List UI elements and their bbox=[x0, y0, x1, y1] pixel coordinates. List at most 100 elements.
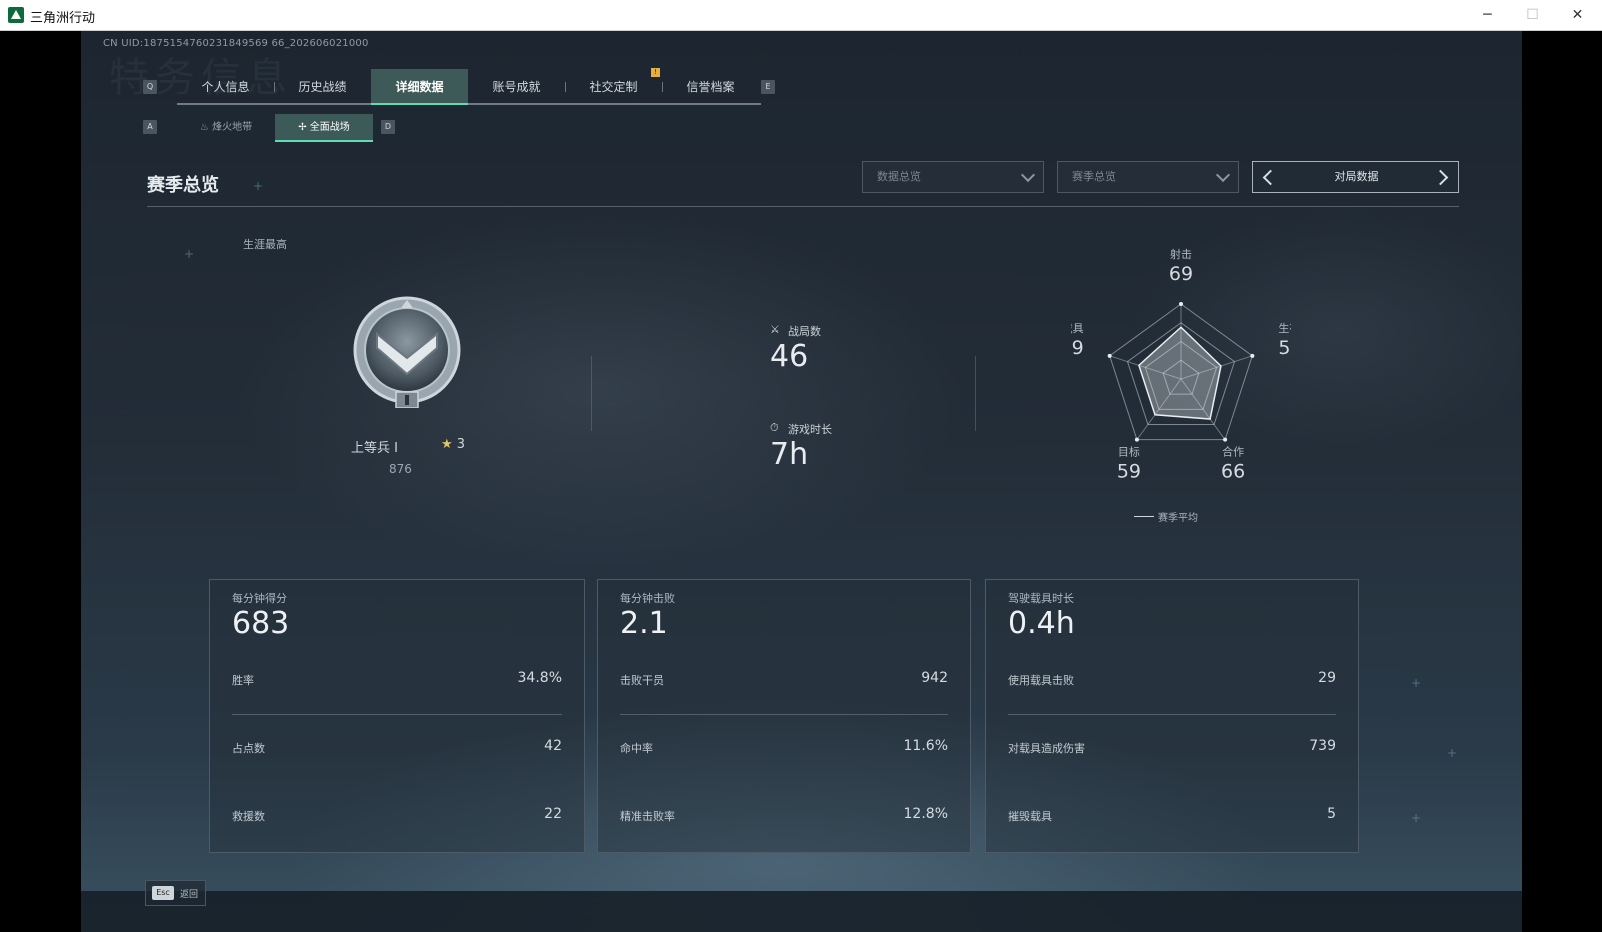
row-label: 击败干员 bbox=[620, 674, 664, 687]
mode-subtabbar: ♨ 烽火地带 ✢ 全面战场 bbox=[177, 114, 373, 142]
radar-axis-dot bbox=[1107, 353, 1112, 358]
main-tabbar: 个人信息 历史战绩 详细数据 账号成就 社交定制 信誉档案 bbox=[177, 69, 761, 105]
tab-account-achievements[interactable]: 账号成就 bbox=[468, 69, 565, 105]
radar-axis-dot bbox=[1179, 302, 1183, 306]
card-head: 驾驶载具时长 bbox=[1008, 592, 1074, 605]
row-label: 对载具造成伤害 bbox=[1008, 742, 1085, 755]
row-label: 胜率 bbox=[232, 674, 254, 687]
radar-axis-dot bbox=[1134, 437, 1139, 442]
subtab-prev-key[interactable]: A bbox=[143, 120, 157, 134]
row-value: 5 bbox=[1327, 806, 1336, 822]
radar-axis-dot bbox=[1223, 437, 1228, 442]
radar-axis-label: 合作 bbox=[1222, 445, 1244, 459]
radar-axis-value: 56 bbox=[1278, 337, 1291, 359]
score-card: 每分钟得分 683 胜率 34.8% 占点数 42 救援数 22 bbox=[209, 579, 585, 853]
matches-label: 战局数 bbox=[788, 325, 821, 338]
subtab-label: 烽火地带 bbox=[212, 122, 253, 133]
radar-axis-label: 生存 bbox=[1278, 321, 1291, 335]
radar-axis-label: 目标 bbox=[1118, 445, 1140, 459]
row-divider bbox=[232, 714, 562, 715]
bottom-bar bbox=[81, 891, 1522, 932]
legend-line bbox=[1134, 516, 1154, 517]
deco-plus-icon: + bbox=[184, 247, 195, 261]
card-head: 每分钟得分 bbox=[232, 592, 287, 605]
row-value: 29 bbox=[1318, 670, 1336, 686]
rank-stars: ★ 3 bbox=[441, 437, 465, 452]
deco-plus-icon: + bbox=[253, 179, 264, 193]
subtab-hazard-zone[interactable]: ♨ 烽火地带 bbox=[177, 114, 275, 142]
row-value: 22 bbox=[544, 806, 562, 822]
timer-icon: ⏱ bbox=[770, 421, 779, 434]
radar-axis-value: 59 bbox=[1117, 461, 1141, 483]
deco-plus-icon: + bbox=[1411, 811, 1422, 825]
subtab-next-key[interactable]: D bbox=[381, 120, 395, 134]
tab-history-record[interactable]: 历史战绩 bbox=[274, 69, 371, 105]
pager-label: 对局数据 bbox=[1334, 170, 1379, 183]
section-divider bbox=[147, 206, 1459, 207]
card-big-value: 2.1 bbox=[620, 606, 668, 641]
radar-axis-value: 59 bbox=[1071, 337, 1084, 359]
dropdown-value: 数据总览 bbox=[877, 170, 921, 183]
back-button[interactable]: Esc 返回 bbox=[145, 880, 206, 906]
battle-icon: ✢ bbox=[298, 122, 307, 133]
subtab-label: 全面战场 bbox=[309, 122, 350, 133]
vertical-divider bbox=[975, 356, 976, 431]
uid-label: CN UID:1875154760231849569 66_2026060210… bbox=[103, 38, 369, 49]
radar-axis-value: 66 bbox=[1221, 461, 1245, 483]
card-head: 每分钟击败 bbox=[620, 592, 675, 605]
flame-icon: ♨ bbox=[199, 122, 209, 133]
row-divider bbox=[620, 714, 948, 715]
matches-value: 46 bbox=[770, 339, 809, 374]
chevron-down-icon bbox=[1215, 167, 1231, 183]
tab-social-custom[interactable]: 社交定制 bbox=[565, 69, 662, 105]
crossed-swords-icon: ⚔ bbox=[770, 323, 780, 336]
card-big-value: 683 bbox=[232, 606, 290, 641]
playtime-label: 游戏时长 bbox=[788, 423, 832, 436]
deco-plus-icon: + bbox=[1447, 746, 1458, 760]
esc-key-icon: Esc bbox=[152, 886, 174, 900]
vehicle-card: 驾驶载具时长 0.4h 使用载具击败 29 对载具造成伤害 739 摧毁载具 5 bbox=[985, 579, 1359, 853]
minimize-button[interactable]: ─ bbox=[1465, 0, 1510, 31]
data-overview-dropdown[interactable]: 数据总览 bbox=[862, 161, 1044, 193]
career-best-label: 生涯最高 bbox=[243, 238, 287, 251]
row-label: 救援数 bbox=[232, 810, 265, 823]
row-label: 摧毁载具 bbox=[1008, 810, 1052, 823]
kills-card: 每分钟击败 2.1 击败干员 942 命中率 11.6% 精准击败率 12.8% bbox=[597, 579, 971, 853]
row-divider bbox=[1008, 714, 1336, 715]
tab-next-key[interactable]: E bbox=[761, 80, 775, 94]
maximize-button[interactable]: ☐ bbox=[1510, 0, 1555, 31]
radar-season-shape bbox=[1138, 326, 1222, 420]
playtime-value: 7h bbox=[770, 437, 809, 472]
star-icon: ★ bbox=[441, 437, 453, 452]
row-label: 占点数 bbox=[232, 742, 265, 755]
rank-name: 上等兵 I bbox=[351, 441, 398, 456]
tab-credit-profile[interactable]: 信誉档案 bbox=[662, 69, 759, 105]
row-value: 739 bbox=[1309, 738, 1336, 754]
row-label: 命中率 bbox=[620, 742, 653, 755]
row-value: 942 bbox=[921, 670, 948, 686]
subtab-full-battlefield[interactable]: ✢ 全面战场 bbox=[275, 114, 373, 142]
row-label: 使用载具击败 bbox=[1008, 674, 1074, 687]
rank-badge-icon bbox=[353, 296, 461, 408]
vertical-divider bbox=[591, 356, 592, 431]
back-label: 返回 bbox=[180, 890, 199, 900]
row-value: 34.8% bbox=[517, 670, 562, 686]
game-window: 三角洲行动 ─ ☐ ✕ 特务信息 CN UID:1875154760231849… bbox=[0, 0, 1602, 932]
season-overview-dropdown[interactable]: 赛季总览 bbox=[1057, 161, 1239, 193]
row-value: 11.6% bbox=[903, 738, 948, 754]
tab-personal-info[interactable]: 个人信息 bbox=[177, 69, 274, 105]
chevron-down-icon bbox=[1020, 167, 1036, 183]
tab-prev-key[interactable]: Q bbox=[143, 80, 157, 94]
radar-axis-label: 载具 bbox=[1071, 322, 1084, 335]
title-bar: 三角洲行动 ─ ☐ ✕ bbox=[0, 0, 1602, 31]
app-logo-icon bbox=[8, 7, 24, 23]
close-button[interactable]: ✕ bbox=[1555, 0, 1600, 31]
section-title: 赛季总览 bbox=[147, 175, 219, 196]
row-value: 42 bbox=[544, 738, 562, 754]
tab-detailed-data[interactable]: 详细数据 bbox=[371, 69, 468, 105]
deco-plus-icon: + bbox=[1411, 676, 1422, 690]
radar-axis-dot bbox=[1250, 353, 1255, 358]
card-big-value: 0.4h bbox=[1008, 606, 1075, 641]
ability-radar-chart: 射击 69 生存 56 合作 66 目标 59 载具 59 bbox=[1071, 247, 1291, 483]
radar-legend: 赛季平均 bbox=[1158, 513, 1198, 524]
